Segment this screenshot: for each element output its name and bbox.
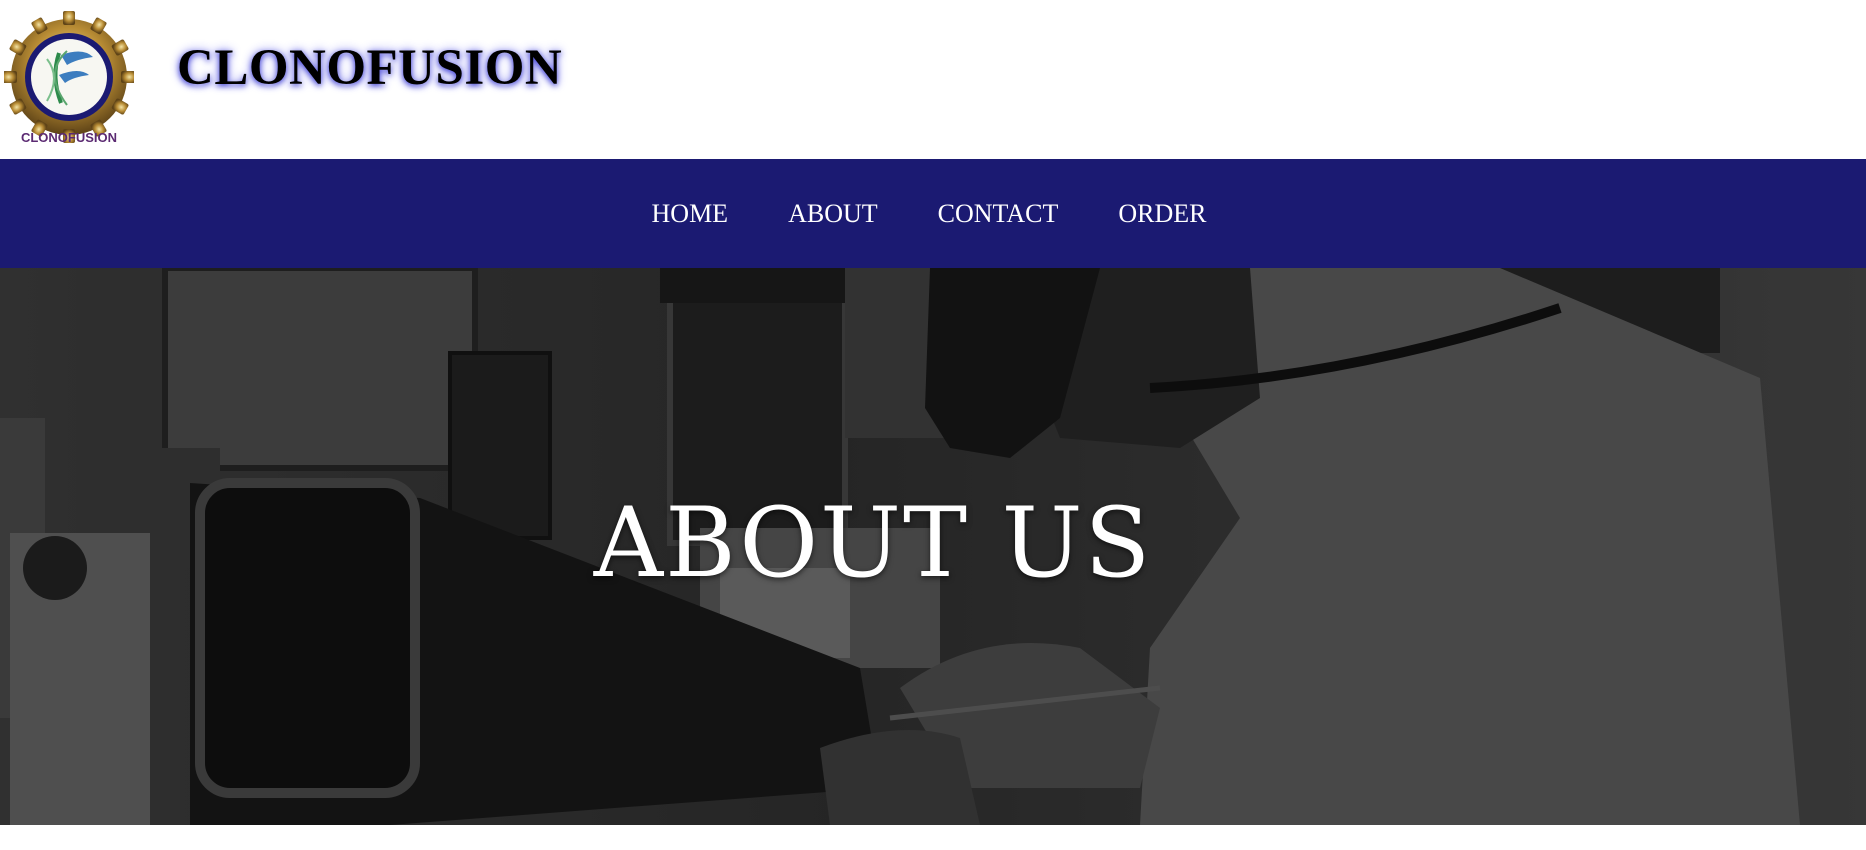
site-header: CLONOFUSION CLONOFUSION <box>0 0 1866 159</box>
clonofusion-logo-icon[interactable]: CLONOFUSION <box>4 10 134 148</box>
nav-list: HOME ABOUT CONTACT ORDER <box>0 159 1866 268</box>
hero-title: ABOUT US <box>0 488 1866 598</box>
about-hero-banner: ABOUT US <box>0 268 1866 825</box>
hero-title-text: ABOUT US <box>593 487 1153 599</box>
nav-order-link[interactable]: ORDER <box>1118 199 1206 229</box>
nav-contact-link[interactable]: CONTACT <box>938 199 1059 229</box>
page-bottom-whitespace <box>0 825 1866 850</box>
nav-about-link[interactable]: ABOUT <box>788 199 878 229</box>
nav-home-link[interactable]: HOME <box>652 199 729 229</box>
main-navbar: HOME ABOUT CONTACT ORDER <box>0 159 1866 268</box>
brand-title[interactable]: CLONOFUSION <box>177 38 562 98</box>
logo-ring-text: CLONOFUSION <box>21 130 117 145</box>
